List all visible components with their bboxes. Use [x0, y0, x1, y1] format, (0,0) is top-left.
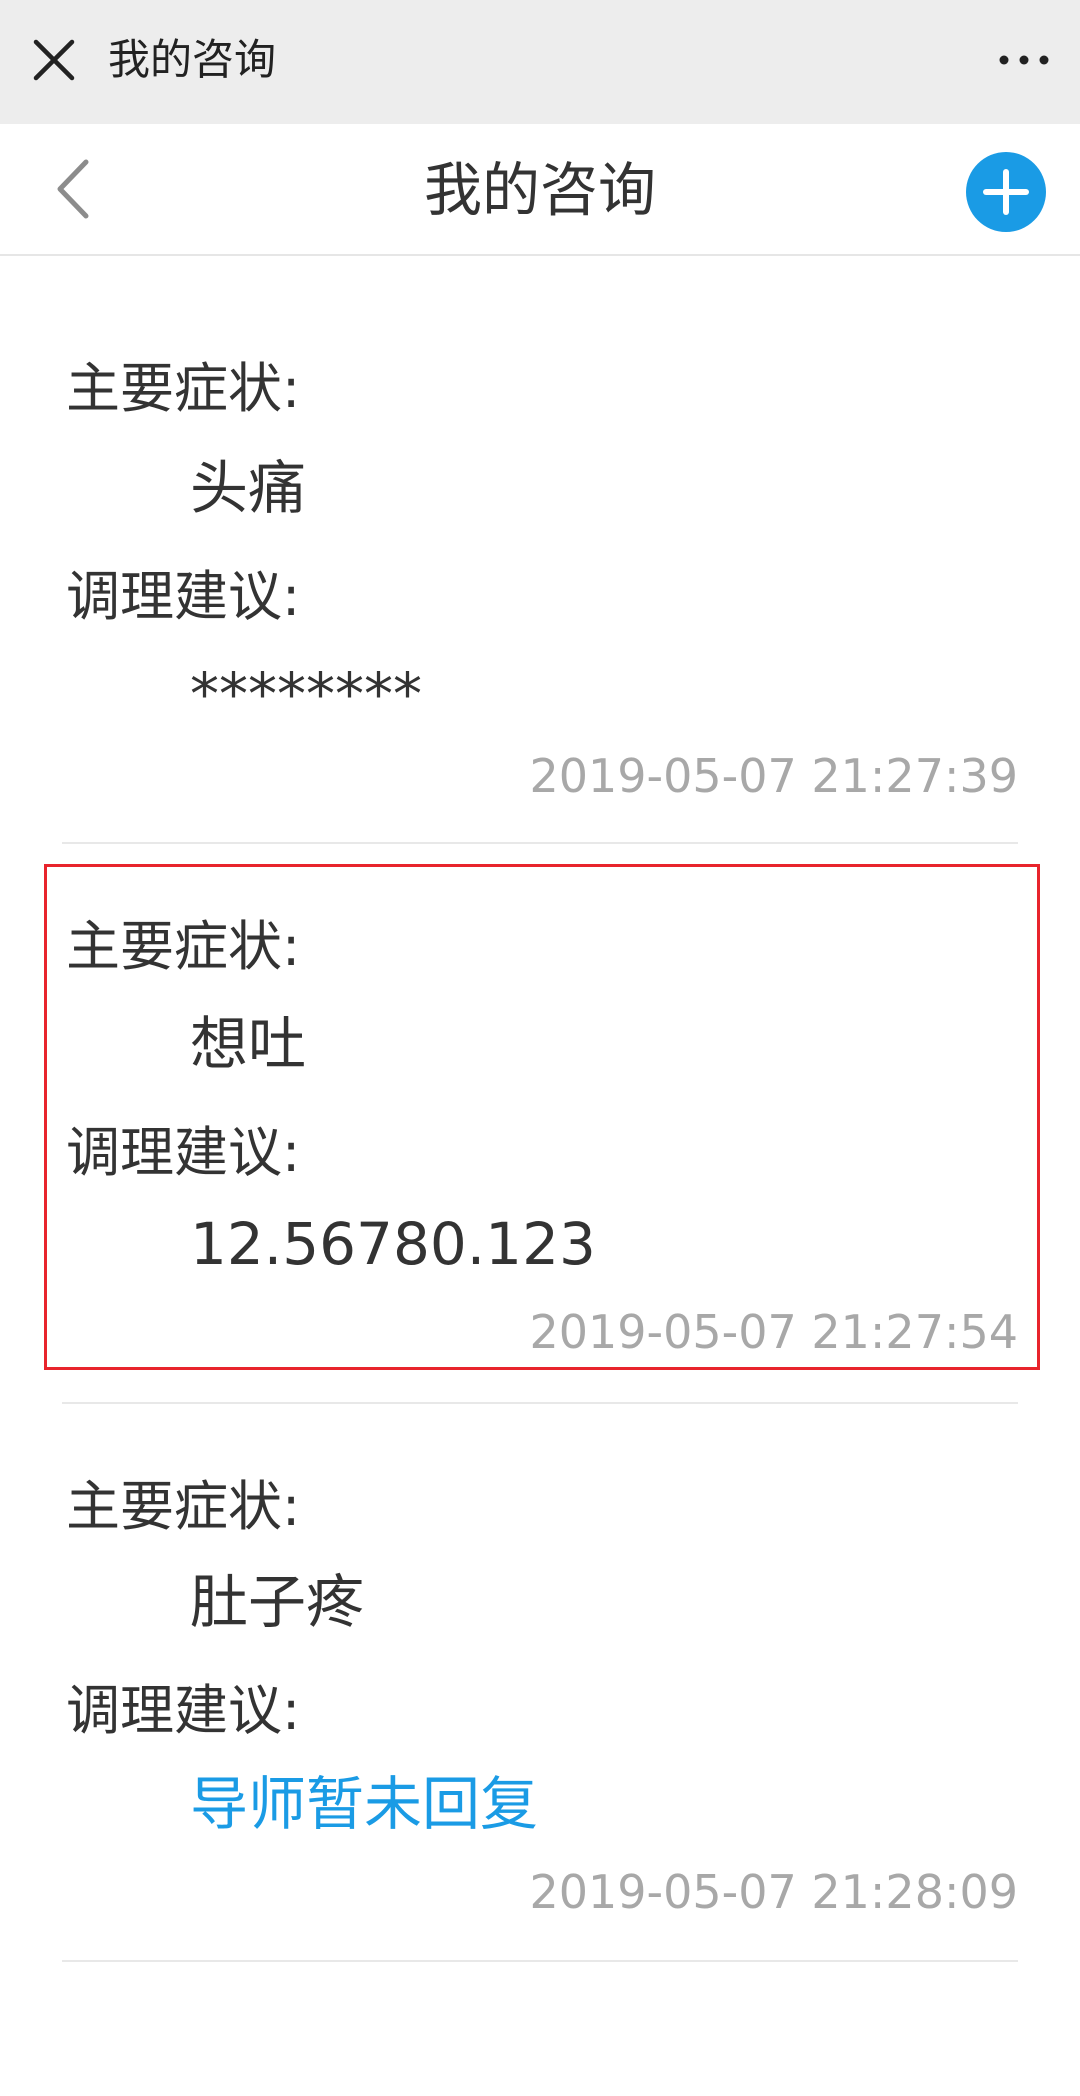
symptom-label: 主要症状:	[66, 1475, 301, 1538]
wechat-page-title: 我的咨询	[108, 35, 277, 84]
symptom-label: 主要症状:	[66, 915, 301, 978]
advice-label: 调理建议:	[66, 565, 301, 628]
record-divider	[62, 1960, 1018, 1962]
consultation-record[interactable]: 主要症状: 头痛 调理建议: ******** 2019-05-07 21:27…	[62, 256, 1018, 844]
record-timestamp: 2019-05-07 21:28:09	[529, 1865, 1018, 1919]
advice-value: 12.56780.123	[190, 1210, 596, 1278]
page-title: 我的咨询	[423, 156, 656, 224]
advice-label: 调理建议:	[66, 1121, 301, 1184]
page-header: 我的咨询	[0, 124, 1080, 256]
symptom-value: 肚子疼	[190, 1568, 365, 1636]
consultation-record[interactable]: 主要症状: 肚子疼 调理建议: 导师暂未回复 2019-05-07 21:28:…	[62, 1404, 1018, 1964]
advice-value-pending: 导师暂未回复	[190, 1770, 539, 1838]
more-dots-icon[interactable]	[994, 38, 1054, 82]
symptom-value: 头痛	[190, 454, 307, 522]
symptom-label: 主要症状:	[66, 357, 301, 420]
consultation-record[interactable]: 主要症状: 想吐 调理建议: 12.56780.123 2019-05-07 2…	[62, 844, 1018, 1404]
record-timestamp: 2019-05-07 21:27:54	[529, 1305, 1018, 1359]
symptom-value: 想吐	[190, 1010, 307, 1078]
wechat-title-bar: 我的咨询	[0, 0, 1080, 124]
record-timestamp: 2019-05-07 21:27:39	[529, 749, 1018, 803]
advice-value: ********	[190, 660, 422, 728]
advice-label: 调理建议:	[66, 1679, 301, 1742]
plus-circle-icon	[983, 169, 1029, 215]
add-consultation-button[interactable]	[966, 152, 1046, 232]
close-icon[interactable]	[26, 32, 82, 88]
